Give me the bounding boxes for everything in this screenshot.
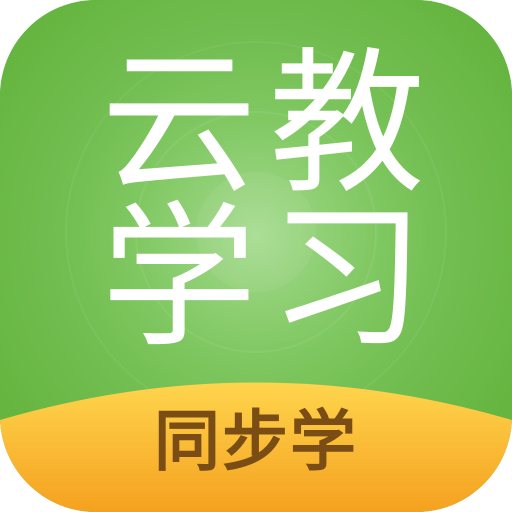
banner-label: 同步学 (154, 403, 358, 480)
app-icon[interactable]: 云 教 学 习 同步学 (0, 0, 512, 512)
